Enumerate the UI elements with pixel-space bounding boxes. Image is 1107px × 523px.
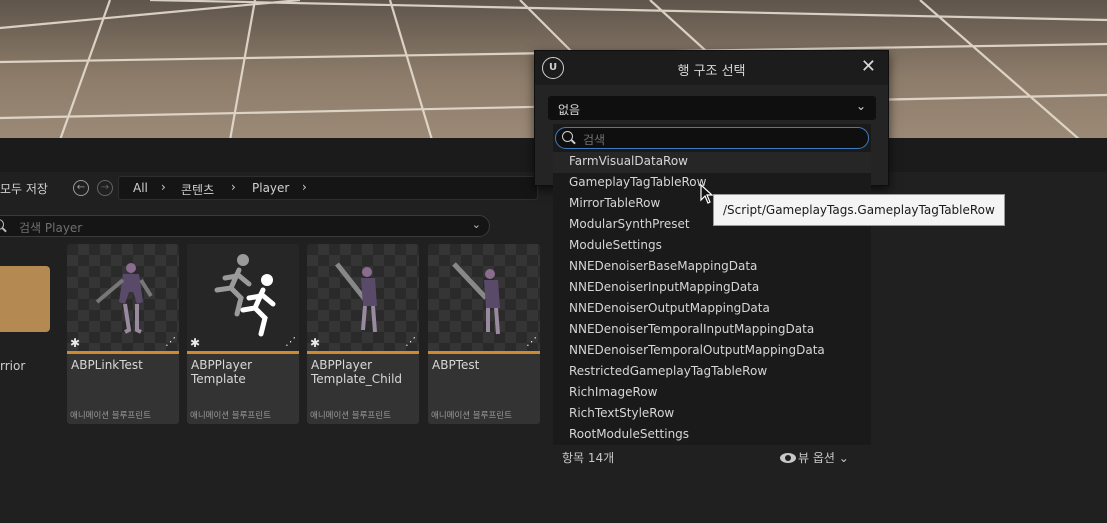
animation-blueprint-icon: ⋰ — [405, 335, 416, 348]
asterisk-icon: ✱ — [190, 336, 201, 350]
search-icon — [562, 131, 573, 142]
chevron-down-icon: ⌄ — [838, 451, 849, 465]
chevron-right-icon[interactable]: › — [231, 180, 236, 194]
asset-tile[interactable]: ✱ ⋰ ABPTest 애니메이션 블루프린트 — [428, 244, 540, 424]
character-figure-icon — [452, 262, 500, 335]
asterisk-icon: ✱ — [310, 336, 321, 350]
breadcrumb-all[interactable]: All — [133, 181, 148, 195]
list-item[interactable]: NNEDenoiserTemporalInputMappingData — [553, 320, 871, 341]
item-count: 항목 14개 — [562, 451, 615, 465]
animation-blueprint-icon: ⋰ — [526, 335, 537, 348]
asset-type: 애니메이션 블루프린트 — [70, 411, 151, 421]
asset-thumbnail — [307, 244, 419, 351]
asset-name: ABPTest — [432, 358, 480, 372]
character-figure-icon — [335, 262, 377, 333]
asset-type: 애니메이션 블루프린트 — [310, 411, 391, 421]
asset-type-bar — [428, 351, 540, 354]
chevron-right-icon[interactable]: › — [302, 180, 307, 194]
list-item[interactable]: ModuleSettings — [553, 236, 871, 257]
running-figures-icon — [214, 254, 276, 337]
eye-icon — [780, 453, 796, 463]
view-options-button[interactable]: 뷰 옵션 ⌄ — [780, 449, 849, 466]
list-item[interactable]: RichTextStyleRow — [553, 404, 871, 425]
dialog-title: 행 구조 선택 — [677, 64, 746, 79]
asset-search-placeholder: 검색 Player — [19, 221, 83, 235]
animation-blueprint-icon: ⋰ — [285, 335, 296, 348]
dropdown-search-input[interactable]: 검색 — [555, 127, 869, 149]
back-arrow-icon[interactable]: ← — [73, 180, 89, 196]
list-item[interactable]: NNEDenoiserInputMappingData — [553, 278, 871, 299]
dialog-titlebar[interactable]: U 행 구조 선택 ✕ — [535, 51, 888, 85]
list-item[interactable]: RichImageRow — [553, 383, 871, 404]
view-options-label: 뷰 옵션 — [798, 451, 835, 465]
asterisk-icon: ✱ — [70, 336, 81, 350]
asset-name: ABPLinkTest — [71, 358, 143, 372]
chevron-down-icon[interactable]: ⌄ — [472, 218, 481, 231]
chevron-down-icon[interactable]: ⌄ — [856, 99, 866, 113]
breadcrumb-content[interactable]: 콘텐츠 — [181, 181, 214, 198]
character-figure-icon — [95, 263, 153, 334]
folder-label: rrior — [0, 359, 26, 373]
breadcrumb-player[interactable]: Player — [252, 181, 289, 195]
asset-type-bar — [307, 351, 419, 354]
asset-type-bar — [67, 351, 179, 354]
list-item[interactable]: NNEDenoiserOutputMappingData — [553, 299, 871, 320]
asset-tile[interactable]: ✱ ⋰ ABPPlayer Template 애니메이션 블루프린트 — [187, 244, 299, 424]
asset-type-bar — [187, 351, 299, 354]
row-structure-combo[interactable]: 없음 ⌄ — [548, 96, 876, 120]
folder-icon[interactable] — [0, 266, 50, 332]
animation-blueprint-icon: ⋰ — [165, 335, 176, 348]
forward-arrow-icon[interactable]: → — [97, 180, 113, 196]
asset-name: ABPPlayer Template_Child — [311, 358, 403, 386]
asset-thumbnail — [187, 244, 299, 351]
row-structure-dropdown: 검색 FarmVisualDataRow GameplayTagTableRow… — [553, 124, 871, 445]
dropdown-search-placeholder: 검색 — [583, 133, 606, 147]
combo-value: 없음 — [558, 103, 581, 117]
asset-type: 애니메이션 블루프린트 — [431, 411, 512, 421]
chevron-right-icon[interactable]: › — [161, 180, 166, 194]
close-icon[interactable]: ✕ — [861, 56, 876, 77]
asset-name: ABPPlayer Template — [191, 358, 253, 386]
search-icon — [0, 219, 4, 230]
mouse-cursor-icon — [700, 184, 714, 204]
list-item[interactable]: RestrictedGameplayTagTableRow — [553, 362, 871, 383]
tooltip: /Script/GameplayTags.GameplayTagTableRow — [713, 194, 1005, 226]
asset-tile[interactable]: ✱ ⋰ ABPLinkTest 애니메이션 블루프린트 — [67, 244, 179, 424]
list-item[interactable]: RootModuleSettings — [553, 425, 871, 446]
list-item[interactable]: FarmVisualDataRow — [553, 152, 871, 173]
breadcrumb: All › 콘텐츠 › Player › — [118, 176, 538, 200]
save-all-button[interactable]: 모두 저장 — [0, 180, 48, 197]
asset-thumbnail — [67, 244, 179, 351]
asset-type: 애니메이션 블루프린트 — [190, 411, 271, 421]
list-item[interactable]: NNEDenoiserTemporalOutputMappingData — [553, 341, 871, 362]
asset-search-input[interactable]: 검색 Player ⌄ — [0, 215, 490, 237]
list-item[interactable]: NNEDenoiserBaseMappingData — [553, 257, 871, 278]
asset-tile[interactable]: ✱ ⋰ ABPPlayer Template_Child 애니메이션 블루프린트 — [307, 244, 419, 424]
asset-thumbnail — [428, 244, 540, 351]
